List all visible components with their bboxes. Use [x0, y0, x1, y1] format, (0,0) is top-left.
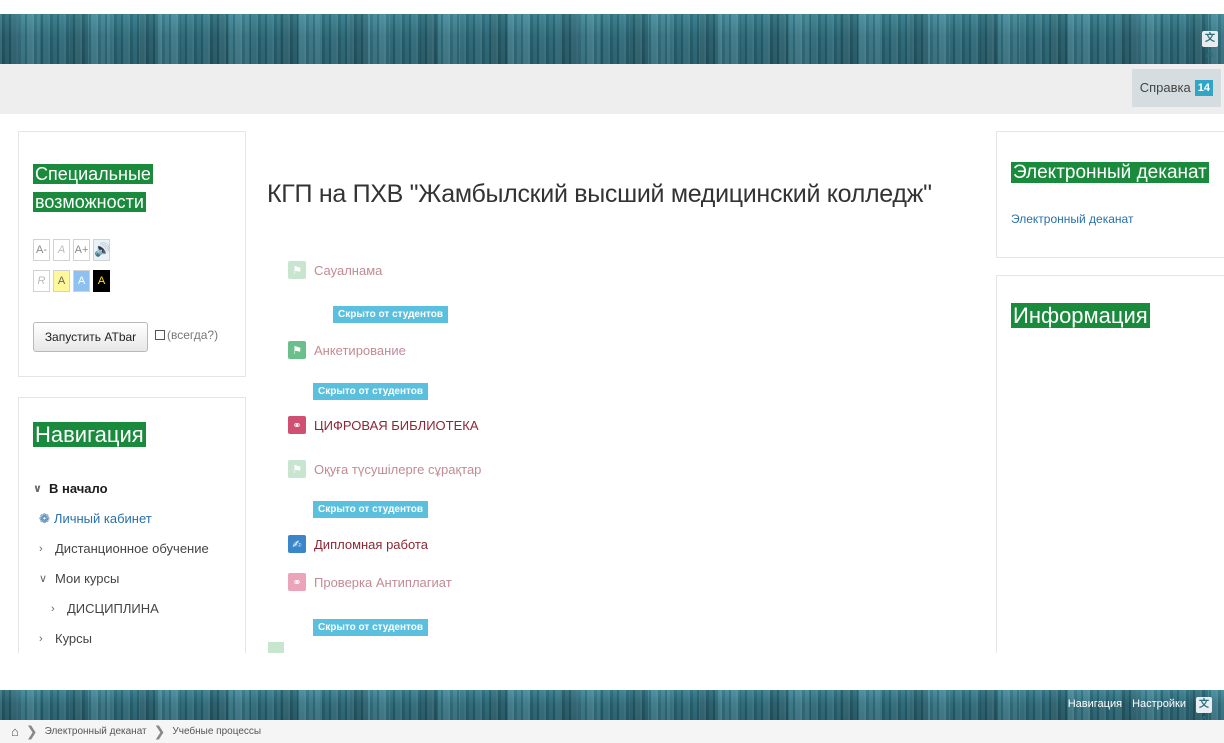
nav-item-dashboard[interactable]: ❁ Личный кабинет: [33, 509, 209, 539]
color-blue-button[interactable]: A: [73, 270, 90, 292]
feedback-icon: ⚑: [288, 261, 306, 279]
accessibility-title: Специальные возможности: [33, 164, 153, 212]
activity-survey[interactable]: ⚑ Анкетирование: [288, 341, 406, 359]
nav-item-courses[interactable]: › Курсы: [33, 629, 209, 659]
always-checkbox-row: (всегда?): [155, 328, 218, 342]
chevron-right-icon: ›: [39, 633, 43, 645]
help-label: Справка: [1139, 80, 1191, 95]
language-icon[interactable]: 文A: [1196, 697, 1212, 726]
color-black-button[interactable]: A: [93, 270, 110, 292]
hidden-from-students-badge: Скрыто от студентов: [313, 619, 429, 636]
activity-diploma-work[interactable]: ✍ Дипломная работа: [288, 535, 428, 553]
hidden-from-students-badge: Скрыто от студентов: [333, 306, 449, 323]
bottom-navbar: Навигация Настройки 文A: [0, 690, 1224, 726]
font-increase-button[interactable]: A+: [73, 239, 90, 261]
font-size-controls: A- A A+ 🔊: [33, 239, 110, 261]
electronic-deanery-link[interactable]: Электронный деканат: [1011, 212, 1133, 226]
electronic-deanery-block: Электронный деканат Электронный деканат: [996, 131, 1224, 258]
breadcrumb: ⌂ ❯ Электронный деканат ❯ Учебные процес…: [0, 720, 1224, 743]
always-label: (всегда?): [167, 328, 219, 342]
chevron-right-icon: ›: [51, 603, 55, 615]
chevron-right-icon: ❯: [25, 723, 38, 739]
information-block: Информация: [996, 275, 1224, 653]
activity-entrant-questions[interactable]: ⚑ Оқуға түсушілерге сұрақтар: [288, 460, 481, 478]
page-title: КГП на ПХВ "Жамбылский высший медицински…: [267, 180, 932, 208]
navigation-link[interactable]: Навигация: [1068, 698, 1122, 710]
activity-antiplagiarism[interactable]: ⚭ Проверка Антиплагиат: [288, 573, 452, 591]
language-icon[interactable]: 文A: [1202, 31, 1218, 60]
font-reset-button[interactable]: A: [53, 239, 70, 261]
speaker-icon[interactable]: 🔊: [93, 239, 110, 261]
url-icon: ⚭: [288, 416, 306, 434]
url-icon: ⚭: [288, 573, 306, 591]
color-yellow-button[interactable]: A: [53, 270, 70, 292]
breadcrumb-item[interactable]: Электронный деканат: [45, 726, 147, 737]
electronic-deanery-title: Электронный деканат: [1011, 162, 1209, 183]
feedback-icon: ⚑: [288, 460, 306, 478]
launch-atbar-button[interactable]: Запустить ATbar: [33, 322, 148, 352]
color-reset-button[interactable]: R: [33, 270, 50, 292]
always-checkbox[interactable]: [155, 330, 165, 340]
bottom-nav-links: Навигация Настройки: [1068, 698, 1186, 710]
home-icon[interactable]: ⌂: [11, 724, 19, 739]
dashboard-icon: ❁: [39, 511, 50, 526]
navigation-title: Навигация: [33, 422, 146, 447]
chevron-down-icon: ∨: [39, 573, 48, 585]
settings-link[interactable]: Настройки: [1132, 698, 1186, 710]
navigation-tree: ∨ В начало ❁ Личный кабинет › Дистанцион…: [33, 479, 209, 659]
chevron-down-icon: ∨: [33, 483, 42, 495]
feedback-icon: ⚑: [288, 341, 306, 359]
breadcrumb-item[interactable]: Учебные процессы: [172, 726, 261, 737]
nav-item-home[interactable]: ∨ В начало: [33, 479, 209, 509]
nav-item-my-courses[interactable]: ∨ Мои курсы: [33, 569, 209, 599]
nav-item-distance-learning[interactable]: › Дистанционное обучение: [33, 539, 209, 569]
navigation-block: Навигация ∨ В начало ❁ Личный кабинет › …: [18, 397, 246, 653]
header-banner: 文A: [0, 14, 1224, 64]
chevron-right-icon: ❯: [153, 723, 166, 739]
hidden-from-students-badge: Скрыто от студентов: [313, 501, 429, 518]
activity-digital-library[interactable]: ⚭ ЦИФРОВАЯ БИБЛИОТЕКА: [288, 416, 479, 434]
font-decrease-button[interactable]: A-: [33, 239, 50, 261]
color-scheme-controls: R A A A: [33, 270, 110, 292]
help-button[interactable]: Справка 14: [1131, 69, 1221, 107]
assignment-icon: ✍: [288, 535, 306, 553]
help-count-badge: 14: [1194, 80, 1213, 96]
information-title: Информация: [1011, 303, 1150, 328]
activity-sauvalnama[interactable]: ⚑ Сауалнама: [288, 261, 382, 279]
nav-item-discipline[interactable]: › ДИСЦИПЛИНА: [33, 599, 209, 629]
chevron-right-icon: ›: [39, 543, 43, 555]
accessibility-block: Специальные возможности A- A A+ 🔊 R A A …: [18, 131, 246, 377]
activity-icon-partial: [268, 642, 284, 653]
hidden-from-students-badge: Скрыто от студентов: [313, 383, 429, 400]
sub-header: Справка 14: [0, 64, 1224, 114]
